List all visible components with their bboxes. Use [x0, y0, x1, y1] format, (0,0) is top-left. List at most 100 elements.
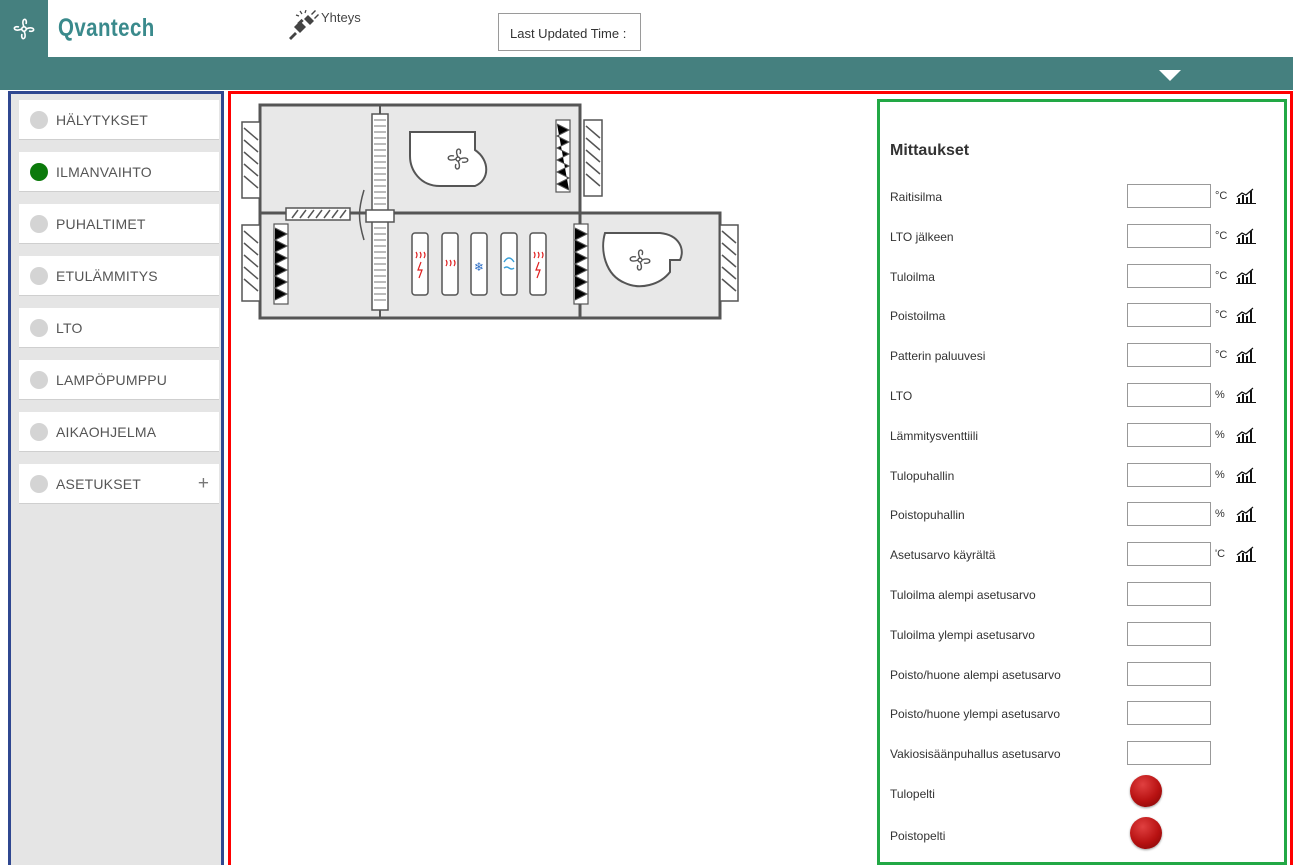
measurement-row: Tuloilma alempi asetusarvo	[880, 582, 1280, 608]
measurement-value-field[interactable]	[1127, 422, 1211, 447]
logo-box	[0, 0, 48, 57]
trend-chart-icon[interactable]	[1236, 427, 1256, 443]
measurement-row: Tuloilma °C	[880, 263, 1280, 290]
measurement-value-field[interactable]	[1127, 502, 1211, 527]
brand-name: Qvantech	[58, 14, 155, 42]
trend-chart-icon[interactable]	[1236, 347, 1256, 364]
svg-text:❄: ❄	[474, 260, 484, 274]
measurement-row: Patterin paluuvesi °C	[880, 343, 1280, 369]
damper-status-indicator	[1130, 817, 1162, 849]
measurement-row: Poisto/huone alempi asetusarvo	[880, 661, 1280, 688]
measurement-unit: °C	[1215, 309, 1228, 322]
measurement-unit: °C	[1215, 229, 1228, 242]
measurement-row: Tulopuhallin%	[880, 462, 1280, 489]
measurement-row: Asetusarvo käyrältä 'C	[880, 542, 1280, 568]
trend-chart-icon[interactable]	[1236, 387, 1256, 403]
top-menu-bar	[0, 57, 1293, 90]
sidebar-item-lampopumppu[interactable]: LAMPÖPUMPPU	[19, 360, 219, 400]
measurement-row: Vakiosisäänpuhallus asetusarvo	[880, 741, 1280, 767]
sidebar-item-lto[interactable]: LTO	[19, 308, 219, 348]
trend-chart-icon[interactable]	[1236, 467, 1256, 483]
measurement-value-field[interactable]	[1127, 542, 1211, 567]
measurement-unit: °C	[1215, 269, 1228, 282]
measurement-row: LTO%	[880, 383, 1280, 409]
measurement-label: Lämmitysventtiili	[890, 428, 979, 443]
measurement-value-field[interactable]	[1127, 582, 1211, 606]
measurement-label: Raitisilma	[890, 190, 943, 204]
measurement-unit: %	[1215, 468, 1225, 481]
trend-chart-icon[interactable]	[1236, 228, 1256, 244]
sidebar-item-etulammitys[interactable]: ETULÄMMITYS	[19, 256, 219, 296]
connection-status[interactable]: Yhteys	[285, 10, 361, 40]
measurement-label: Patterin paluuvesi	[890, 349, 986, 364]
measurement-value-field[interactable]	[1127, 343, 1211, 368]
sidebar-item-puhaltimet[interactable]: PUHALTIMET	[19, 204, 219, 244]
expand-icon[interactable]: +	[198, 473, 209, 495]
fan-icon	[13, 18, 35, 39]
measurement-label: Poisto/huone alempi asetusarvo	[890, 667, 1061, 682]
measurement-label: Tuloilma ylempi asetusarvo	[890, 627, 1035, 642]
status-indicator	[30, 474, 48, 493]
measurement-unit: %	[1215, 389, 1225, 401]
measurement-unit: %	[1215, 428, 1225, 441]
measurement-label: Vakiosisäänpuhallus asetusarvo	[890, 747, 1061, 762]
measurement-unit: °C	[1215, 349, 1228, 362]
measurement-unit: 'C	[1215, 548, 1226, 561]
trend-chart-icon[interactable]	[1236, 307, 1256, 324]
measurement-label: Tuloilma	[890, 269, 935, 284]
plug-disconnected-icon	[289, 10, 319, 40]
status-indicator	[30, 110, 48, 129]
status-indicator-active	[30, 162, 48, 181]
sidebar-item-ilmanvaihto[interactable]: ILMANVAIHTO	[19, 152, 219, 192]
sidebar-item-asetukset[interactable]: ASETUKSET +	[19, 464, 219, 504]
ahu-diagram: ❄	[241, 103, 739, 320]
sidebar-item-label: HÄLYTYKSET	[56, 111, 148, 128]
measurement-label: Poistopuhallin	[890, 508, 965, 523]
last-updated-box: Last Updated Time :	[498, 13, 641, 51]
sidebar: HÄLYTYKSET ILMANVAIHTO PUHALTIMET ETULÄM…	[8, 91, 224, 865]
sidebar-item-label: ILMANVAIHTO	[56, 163, 152, 180]
measurement-value-field[interactable]	[1127, 741, 1211, 766]
dropdown-arrow-icon[interactable]	[1159, 70, 1181, 81]
measurement-label: Asetusarvo käyrältä	[890, 548, 996, 563]
trend-chart-icon[interactable]	[1236, 546, 1256, 563]
measurement-unit: %	[1215, 508, 1225, 521]
sidebar-item-aikaohjelma[interactable]: AIKAOHJELMA	[19, 412, 219, 452]
measurement-row: Poistoilma °C	[880, 303, 1280, 329]
measurement-value-field[interactable]	[1127, 462, 1211, 487]
measurement-value-field[interactable]	[1127, 184, 1211, 208]
measurement-row: Lämmitysventtiili%	[880, 422, 1280, 449]
measurement-value-field[interactable]	[1127, 223, 1211, 248]
damper-status-indicator	[1130, 775, 1162, 807]
status-indicator	[30, 370, 48, 389]
measurement-row: Poisto/huone ylempi asetusarvo	[880, 701, 1280, 727]
sidebar-item-halytykset[interactable]: HÄLYTYKSET	[19, 100, 219, 140]
measurement-value-field[interactable]	[1127, 661, 1211, 686]
measurement-label: Poistoilma	[890, 309, 946, 324]
measurement-row: Tuloilma ylempi asetusarvo	[880, 621, 1280, 648]
measurement-row: LTO jälkeen °C	[880, 223, 1280, 250]
trend-chart-icon[interactable]	[1236, 506, 1256, 523]
sidebar-item-label: AIKAOHJELMA	[56, 423, 157, 440]
measurement-label: Tulopuhallin	[890, 468, 955, 483]
measurement-value-field[interactable]	[1127, 383, 1211, 407]
sidebar-item-label: ETULÄMMITYS	[56, 267, 158, 284]
damper-row: Tulopelti	[880, 775, 1280, 807]
trend-chart-icon[interactable]	[1236, 268, 1256, 284]
app-header: Qvantech Yhteys Last Updated Time :	[0, 0, 1293, 57]
sidebar-item-label: LTO	[56, 319, 83, 336]
measurement-row: Raitisilma °C	[880, 184, 1280, 210]
damper-label: Tulopelti	[890, 787, 935, 801]
measurement-label: Poisto/huone ylempi asetusarvo	[890, 707, 1061, 722]
sidebar-item-label: LAMPÖPUMPPU	[56, 371, 168, 388]
trend-chart-icon[interactable]	[1236, 188, 1256, 204]
measurement-value-field[interactable]	[1127, 701, 1211, 726]
sidebar-item-label: PUHALTIMET	[56, 215, 146, 232]
measurement-value-field[interactable]	[1127, 263, 1211, 288]
status-indicator	[30, 422, 48, 441]
connection-label: Yhteys	[321, 10, 361, 25]
sidebar-item-label: ASETUKSET	[56, 475, 142, 492]
damper-row: Poistopelti	[880, 817, 1280, 849]
measurement-value-field[interactable]	[1127, 621, 1211, 646]
measurement-value-field[interactable]	[1127, 303, 1211, 328]
